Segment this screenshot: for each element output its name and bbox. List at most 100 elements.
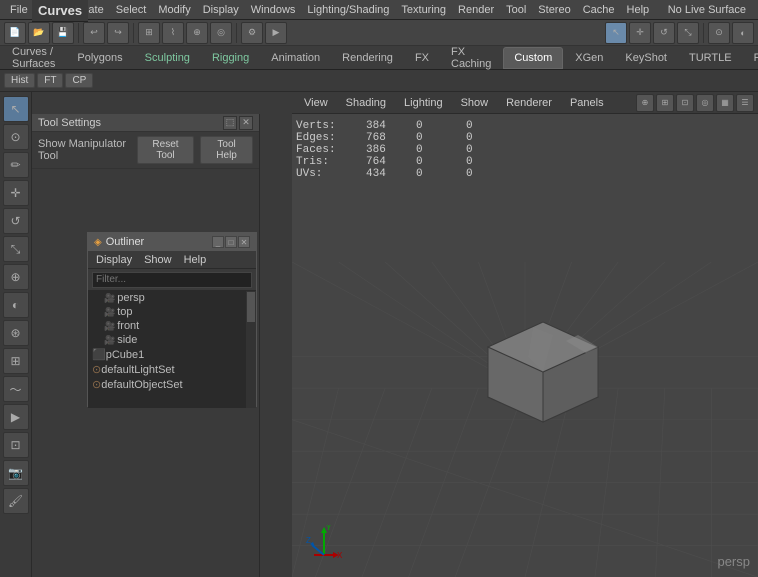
vp-tab-lighting[interactable]: Lighting: [396, 93, 451, 113]
show-manip-tool[interactable]: ⊞: [3, 348, 29, 374]
soft-mod-tool[interactable]: ◐: [3, 292, 29, 318]
toolbar-divider-3: [236, 23, 237, 43]
scale-tool[interactable]: ⤡: [3, 236, 29, 262]
rotate-tool[interactable]: ↺: [3, 208, 29, 234]
menu-stereo[interactable]: Stereo: [532, 0, 576, 19]
tab-rigging[interactable]: Rigging: [202, 47, 259, 69]
outliner-content: 🎥 persp 🎥 top 🎥 front 🎥: [88, 291, 256, 408]
menu-lighting[interactable]: Lighting/Shading: [301, 0, 395, 19]
outliner-show-menu[interactable]: Show: [140, 254, 176, 266]
menu-tool[interactable]: Tool: [500, 0, 532, 19]
vp-icon-4[interactable]: ◎: [696, 94, 714, 112]
outliner-help-menu[interactable]: Help: [180, 254, 211, 266]
sculpt-tool[interactable]: ⊛: [3, 320, 29, 346]
outliner-search-input[interactable]: [92, 272, 252, 288]
tab-curves-surfaces[interactable]: Curves / Surfaces: [2, 47, 65, 69]
ft-button[interactable]: FT: [37, 73, 63, 88]
redo-icon[interactable]: ↪: [107, 22, 129, 44]
select-tool[interactable]: ↖: [3, 96, 29, 122]
menu-modify[interactable]: Modify: [152, 0, 196, 19]
menu-file[interactable]: File: [4, 0, 34, 19]
universal-manip-tool[interactable]: ⊕: [3, 264, 29, 290]
new-scene-icon[interactable]: 📄: [4, 22, 26, 44]
tab-sculpting[interactable]: Sculpting: [135, 47, 200, 69]
open-icon[interactable]: 📂: [28, 22, 50, 44]
menu-help[interactable]: Help: [621, 0, 656, 19]
menu-windows[interactable]: Windows: [245, 0, 302, 19]
vp-tab-renderer[interactable]: Renderer: [498, 93, 560, 113]
outliner-item-default-object-set[interactable]: ⊙ defaultObjectSet: [88, 377, 244, 392]
rotate-mode-icon[interactable]: ↺: [653, 22, 675, 44]
vp-icon-5[interactable]: ▦: [716, 94, 734, 112]
menu-render[interactable]: Render: [452, 0, 500, 19]
persp-label: persp: [717, 554, 750, 569]
scale-mode-icon[interactable]: ⤡: [677, 22, 699, 44]
paint-fx-tool[interactable]: 🖌: [3, 488, 29, 514]
outliner-item-side[interactable]: 🎥 side: [88, 333, 244, 347]
render-tool[interactable]: ▶: [3, 404, 29, 430]
lasso-tool[interactable]: ⊙: [3, 124, 29, 150]
outliner-maximize-btn[interactable]: □: [225, 236, 237, 248]
vp-tab-view[interactable]: View: [296, 93, 336, 113]
outliner-scrollbar[interactable]: [246, 291, 256, 408]
outliner-item-top[interactable]: 🎥 top: [88, 305, 244, 319]
outliner-item-persp[interactable]: 🎥 persp: [88, 291, 244, 305]
select-mode-icon[interactable]: ↖: [605, 22, 627, 44]
stats-overlay: Verts: 384 0 0 Edges: 768 0 0 Faces: 386…: [296, 120, 516, 180]
snap-curve-icon[interactable]: ⌇: [162, 22, 184, 44]
left-sidebar: ↖ ⊙ ✏ ✛ ↺ ⤡ ⊕ ◐ ⊛ ⊞ 〜 ▶ ⊡ 📷 🖌: [0, 92, 32, 577]
tab-animation[interactable]: Animation: [261, 47, 330, 69]
menu-display[interactable]: Display: [197, 0, 245, 19]
main-layout: ↖ ⊙ ✏ ✛ ↺ ⤡ ⊕ ◐ ⊛ ⊞ 〜 ▶ ⊡ 📷 🖌 Curves Too…: [0, 92, 758, 577]
tab-turtle[interactable]: TURTLE: [679, 47, 742, 69]
move-mode-icon[interactable]: ✛: [629, 22, 651, 44]
stat-faces-val3: 0: [466, 144, 516, 156]
cp-button[interactable]: CP: [65, 73, 93, 88]
snap-point-icon[interactable]: ⊕: [186, 22, 208, 44]
outliner-display-menu[interactable]: Display: [92, 254, 136, 266]
menu-select[interactable]: Select: [110, 0, 153, 19]
tab-xgen[interactable]: XGen: [565, 47, 613, 69]
undo-icon[interactable]: ↩: [83, 22, 105, 44]
tab-rendering[interactable]: Rendering: [332, 47, 403, 69]
vp-icon-6[interactable]: ☰: [736, 94, 754, 112]
reset-tool-btn[interactable]: Reset Tool: [137, 136, 194, 164]
move-tool[interactable]: ✛: [3, 180, 29, 206]
outliner-item-default-light-set[interactable]: ⊙ defaultLightSet: [88, 362, 244, 377]
vp-tab-shading[interactable]: Shading: [338, 93, 394, 113]
outliner-item-front[interactable]: 🎥 front: [88, 319, 244, 333]
tab-realflow[interactable]: RealFlow: [744, 47, 758, 69]
curves-surface-tool[interactable]: 〜: [3, 376, 29, 402]
render-settings-icon[interactable]: ⚙: [241, 22, 263, 44]
camera-tool[interactable]: 📷: [3, 460, 29, 486]
vp-tab-panels[interactable]: Panels: [562, 93, 612, 113]
menu-cache[interactable]: Cache: [577, 0, 621, 19]
camera-icon-top: 🎥: [104, 307, 115, 318]
tab-fx[interactable]: FX: [405, 47, 439, 69]
tool-help-btn[interactable]: Tool Help: [200, 136, 253, 164]
outliner-minimize-btn[interactable]: _: [212, 236, 224, 248]
paint-tool[interactable]: ✏: [3, 152, 29, 178]
vp-icon-3[interactable]: ⊡: [676, 94, 694, 112]
panel-close-btn[interactable]: ✕: [239, 116, 253, 130]
outliner-titlebar[interactable]: ◈ Outliner _ □ ✕: [88, 233, 256, 251]
outliner-item-pcube1[interactable]: ⬛ pCube1: [88, 347, 244, 362]
tab-custom[interactable]: Custom: [503, 47, 563, 69]
snap-view-icon[interactable]: ◎: [210, 22, 232, 44]
vp-icon-2[interactable]: ⊞: [656, 94, 674, 112]
menu-texturing[interactable]: Texturing: [395, 0, 452, 19]
hist-button[interactable]: Hist: [4, 73, 35, 88]
panel-float-btn[interactable]: ⬚: [223, 116, 237, 130]
save-icon[interactable]: 💾: [52, 22, 74, 44]
snap-tool[interactable]: ⊡: [3, 432, 29, 458]
snap-grid-icon[interactable]: ⊞: [138, 22, 160, 44]
tab-fx-caching[interactable]: FX Caching: [441, 47, 501, 69]
vp-icon-1[interactable]: ⊕: [636, 94, 654, 112]
soft-select-icon[interactable]: ◐: [732, 22, 754, 44]
render-icon[interactable]: ▶: [265, 22, 287, 44]
manip-icon[interactable]: ⊙: [708, 22, 730, 44]
outliner-close-btn[interactable]: ✕: [238, 236, 250, 248]
vp-tab-show[interactable]: Show: [453, 93, 497, 113]
tab-keyshot[interactable]: KeyShot: [615, 47, 677, 69]
tab-polygons[interactable]: Polygons: [67, 47, 132, 69]
